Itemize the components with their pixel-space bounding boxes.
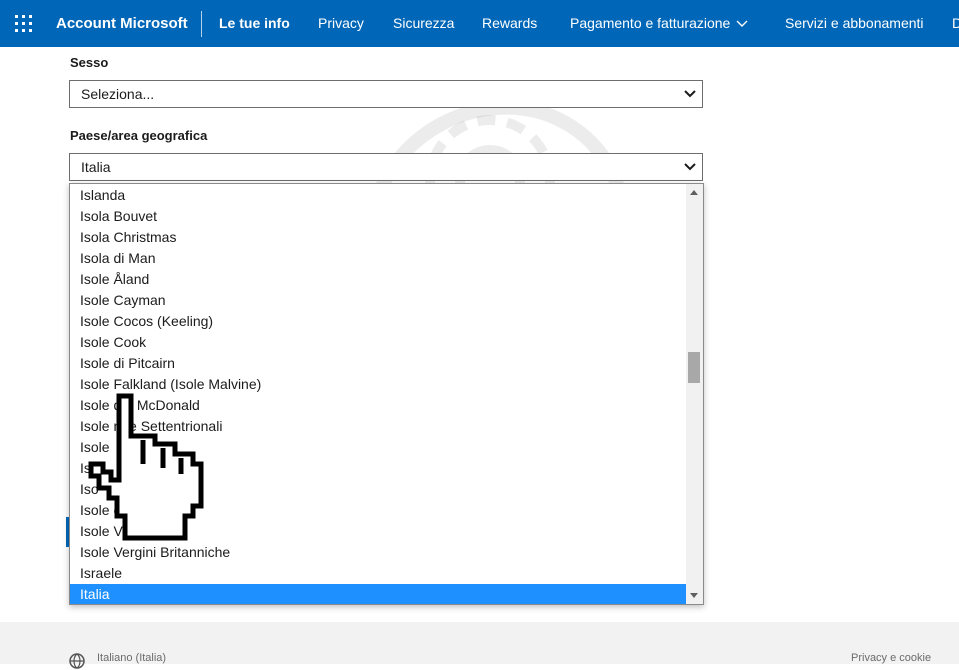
privacy-link[interactable]: Privacy e cookie [851,652,931,664]
country-select-value: Italia [81,159,111,175]
language-selector[interactable]: Italiano (Italia) [97,652,166,664]
dropdown-option[interactable]: Isole Cocos (Keeling) [70,311,687,332]
nav-overflow-item[interactable]: D [952,0,959,47]
country-label: Paese/area geografica [70,128,208,143]
chevron-down-icon [684,163,696,171]
nav-sicurezza[interactable]: Sicurezza [393,0,454,47]
sex-select[interactable]: Seleziona... [69,80,703,108]
nav-privacy[interactable]: Privacy [318,0,364,47]
dropdown-option-selected[interactable]: Italia [70,584,687,604]
nav-pagamento[interactable]: Pagamento e fatturazione [570,0,748,47]
top-nav-bar: Account Microsoft Le tue info Privacy Si… [0,0,959,47]
country-select[interactable]: Italia [69,153,703,181]
dropdown-option[interactable]: Isole Åland [70,269,687,290]
nav-rewards[interactable]: Rewards [482,0,537,47]
chevron-down-icon [684,90,696,98]
dropdown-scrollbar[interactable] [686,184,703,604]
dropdown-option[interactable]: Isola Bouvet [70,206,687,227]
dropdown-option[interactable]: Islanda [70,185,687,206]
sex-label: Sesso [70,55,109,70]
nav-divider [201,11,202,37]
dropdown-option[interactable]: Isole Cook [70,332,687,353]
hand-pointer-cursor-icon [88,393,204,541]
dropdown-option[interactable]: Isole Cayman [70,290,687,311]
nav-le-tue-info[interactable]: Le tue info [219,0,290,47]
nav-pagamento-label: Pagamento e fatturazione [570,15,731,31]
scroll-down-arrow-icon[interactable] [690,593,698,598]
globe-icon [69,653,85,669]
scroll-up-arrow-icon[interactable] [690,190,698,195]
chevron-down-icon [736,20,748,28]
dropdown-option[interactable]: Israele [70,563,687,584]
dropdown-option[interactable]: Isola Christmas [70,227,687,248]
page-footer: Italiano (Italia) Privacy e cookie [0,622,959,669]
brand-title[interactable]: Account Microsoft [56,0,188,47]
scrollbar-thumb[interactable] [688,352,700,383]
dropdown-option[interactable]: Isola di Man [70,248,687,269]
app-launcher-icon[interactable] [14,14,33,33]
sex-select-value: Seleziona... [81,86,155,102]
dropdown-option[interactable]: Isole di Pitcairn [70,353,687,374]
nav-servizi[interactable]: Servizi e abbonamenti [785,0,924,47]
